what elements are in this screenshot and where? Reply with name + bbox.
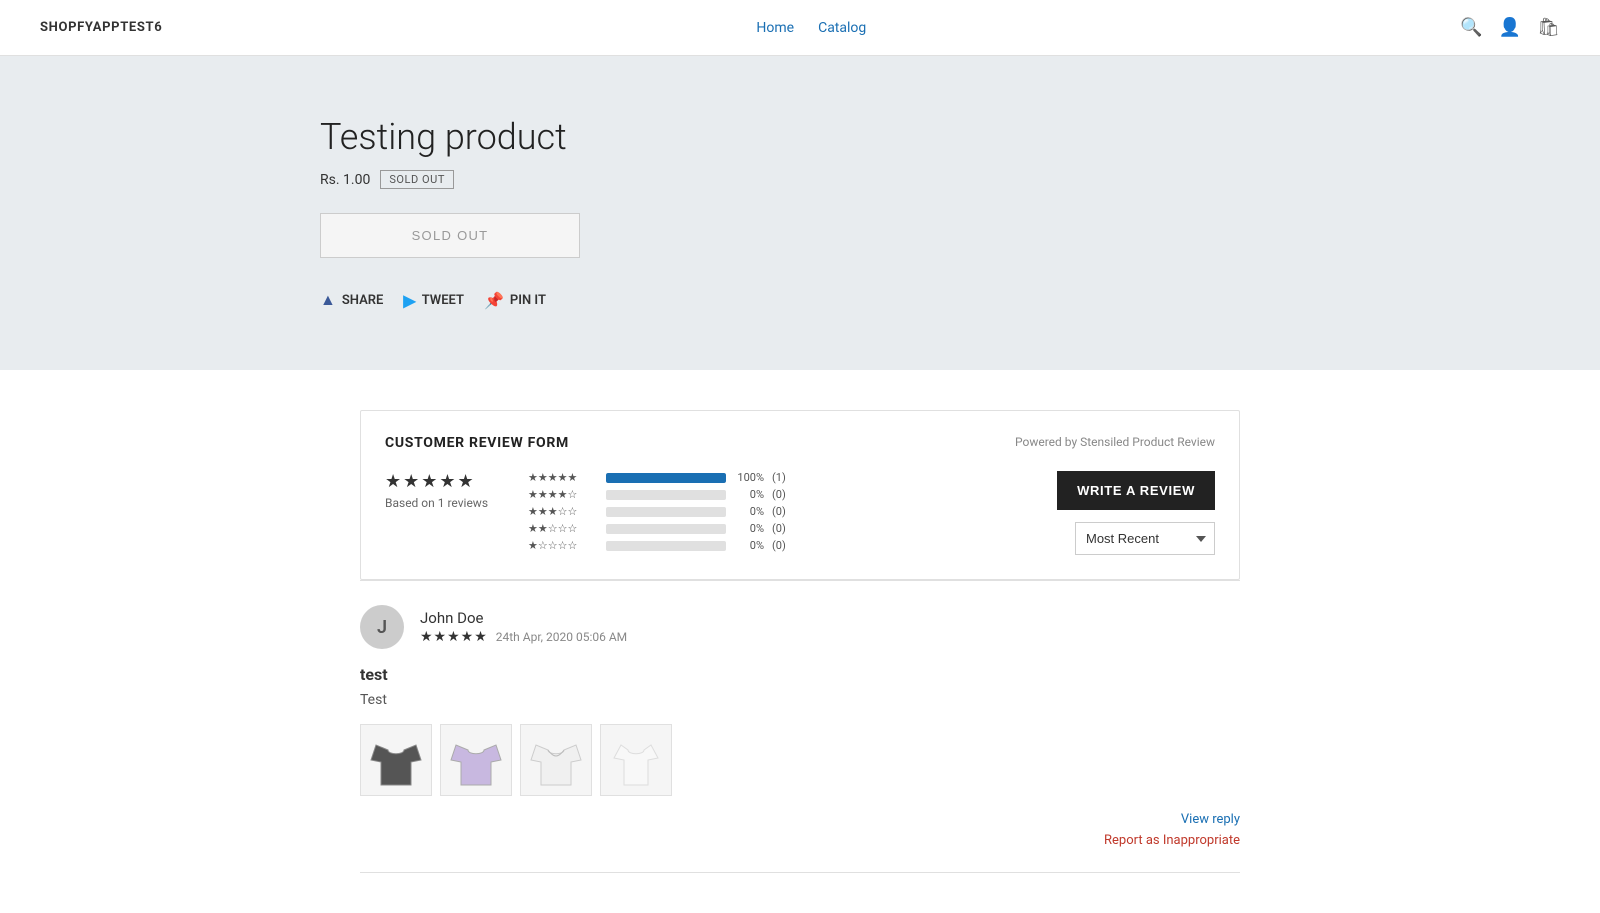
- site-header: SHOPFYAPPTEST6 Home Catalog 🔍 👤 🛍: [0, 0, 1600, 56]
- nav-catalog[interactable]: Catalog: [818, 20, 866, 36]
- main-nav: Home Catalog: [756, 20, 866, 36]
- review-image-1[interactable]: [360, 724, 432, 796]
- review-images: [360, 724, 1240, 796]
- nav-home[interactable]: Home: [756, 20, 794, 36]
- reviewer-row: J John Doe ★★★★★ 24th Apr, 2020 05:06 AM: [360, 605, 1240, 649]
- review-image-4[interactable]: [600, 724, 672, 796]
- review-footer: View reply Report as Inappropriate: [360, 812, 1240, 848]
- overall-stars: ★★★★★: [385, 471, 488, 492]
- reviewer-info: John Doe ★★★★★ 24th Apr, 2020 05:06 AM: [420, 609, 627, 645]
- view-reply-link[interactable]: View reply: [1181, 812, 1240, 827]
- report-inappropriate-link[interactable]: Report as Inappropriate: [1104, 833, 1240, 848]
- share-button[interactable]: ▲ SHARE: [320, 290, 383, 310]
- reviewer-stars-date: ★★★★★ 24th Apr, 2020 05:06 AM: [420, 629, 627, 645]
- rating-overview: ★★★★★ Based on 1 reviews ★★★★★ 100% (1) …: [385, 471, 792, 552]
- review-headline: test: [360, 665, 1240, 684]
- facebook-icon: ▲: [320, 290, 336, 310]
- reviewer-name: John Doe: [420, 609, 627, 627]
- individual-review: J John Doe ★★★★★ 24th Apr, 2020 05:06 AM…: [360, 581, 1240, 872]
- bar-pct-5: 0%: [734, 539, 764, 552]
- review-form-header: CUSTOMER REVIEW FORM Powered by Stensile…: [385, 435, 1215, 451]
- write-review-button[interactable]: WRITE A REVIEW: [1057, 471, 1215, 510]
- bar-track-5: [606, 541, 726, 551]
- bar-row-3: ★★★☆☆ 0% (0): [528, 505, 792, 518]
- avatar: J: [360, 605, 404, 649]
- review-form-title: CUSTOMER REVIEW FORM: [385, 435, 569, 451]
- bar-pct-4: 0%: [734, 522, 764, 535]
- rating-bars: ★★★★★ 100% (1) ★★★★☆ 0% (0) ★★★☆☆ 0% (0)…: [528, 471, 792, 552]
- bar-count-4: (0): [772, 522, 792, 535]
- bar-track-4: [606, 524, 726, 534]
- reviewer-date: 24th Apr, 2020 05:06 AM: [496, 630, 627, 644]
- review-actions: WRITE A REVIEW Most RecentHighest RatedL…: [1057, 471, 1215, 555]
- bar-stars-1: ★★★★★: [528, 471, 598, 484]
- bar-row-2: ★★★★☆ 0% (0): [528, 488, 792, 501]
- bar-stars-2: ★★★★☆: [528, 488, 598, 501]
- bar-count-1: (1): [772, 471, 792, 484]
- bar-track-3: [606, 507, 726, 517]
- bar-count-3: (0): [772, 505, 792, 518]
- header-icons: 🔍 👤 🛍: [1460, 17, 1560, 38]
- sold-out-button: SOLD OUT: [320, 213, 580, 258]
- bar-row-1: ★★★★★ 100% (1): [528, 471, 792, 484]
- bar-stars-5: ★☆☆☆☆: [528, 539, 598, 552]
- sold-out-badge: SOLD OUT: [380, 170, 454, 189]
- bar-pct-3: 0%: [734, 505, 764, 518]
- product-price: Rs. 1.00: [320, 172, 370, 188]
- tweet-button[interactable]: ▶ TWEET: [403, 290, 464, 310]
- bar-row-5: ★☆☆☆☆ 0% (0): [528, 539, 792, 552]
- bar-stars-4: ★★☆☆☆: [528, 522, 598, 535]
- account-icon[interactable]: 👤: [1499, 17, 1521, 38]
- reviews-wrapper: CUSTOMER REVIEW FORM Powered by Stensile…: [0, 370, 1600, 913]
- bar-pct-1: 100%: [734, 471, 764, 484]
- bar-count-2: (0): [772, 488, 792, 501]
- bar-track-2: [606, 490, 726, 500]
- bar-pct-2: 0%: [734, 488, 764, 501]
- product-title: Testing product: [320, 116, 1560, 158]
- review-bottom-divider: [360, 872, 1240, 873]
- product-meta: Rs. 1.00 SOLD OUT: [320, 170, 1560, 189]
- powered-by: Powered by Stensiled Product Review: [1015, 435, 1215, 449]
- review-image-3[interactable]: [520, 724, 592, 796]
- social-buttons: ▲ SHARE ▶ TWEET 📌 PIN IT: [320, 290, 1560, 310]
- bar-count-5: (0): [772, 539, 792, 552]
- bar-fill-1: [606, 473, 726, 483]
- pin-button[interactable]: 📌 PIN IT: [484, 290, 546, 310]
- based-on: Based on 1 reviews: [385, 496, 488, 510]
- review-section: CUSTOMER REVIEW FORM Powered by Stensile…: [360, 390, 1240, 893]
- review-form-card: CUSTOMER REVIEW FORM Powered by Stensile…: [360, 410, 1240, 580]
- review-form-body: ★★★★★ Based on 1 reviews ★★★★★ 100% (1) …: [385, 471, 1215, 555]
- review-image-2[interactable]: [440, 724, 512, 796]
- cart-icon[interactable]: 🛍: [1537, 17, 1560, 38]
- search-icon[interactable]: 🔍: [1460, 17, 1482, 38]
- review-body: Test: [360, 692, 1240, 708]
- product-section: Testing product Rs. 1.00 SOLD OUT SOLD O…: [0, 56, 1600, 370]
- sort-select[interactable]: Most RecentHighest RatedLowest Rated: [1075, 522, 1215, 555]
- reviewer-stars: ★★★★★: [420, 629, 488, 645]
- site-logo: SHOPFYAPPTEST6: [40, 20, 162, 35]
- twitter-icon: ▶: [403, 291, 415, 310]
- pinterest-icon: 📌: [484, 291, 504, 310]
- bar-row-4: ★★☆☆☆ 0% (0): [528, 522, 792, 535]
- bar-track-1: [606, 473, 726, 483]
- overall-rating: ★★★★★ Based on 1 reviews: [385, 471, 488, 510]
- bar-stars-3: ★★★☆☆: [528, 505, 598, 518]
